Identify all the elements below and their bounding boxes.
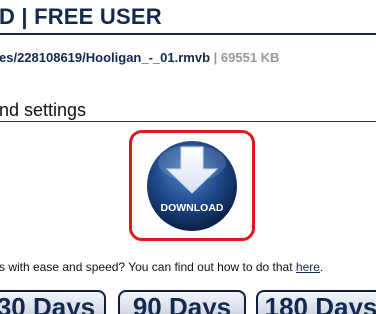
download-button[interactable]: DOWNLOAD: [129, 130, 255, 241]
page-title: D | FREE USER: [0, 4, 162, 29]
header-divider: [0, 33, 376, 35]
download-label: DOWNLOAD: [161, 202, 224, 214]
file-info-separator: |: [213, 50, 218, 65]
plan-30-days-button[interactable]: 30 Days: [0, 290, 106, 314]
file-size: 69551 KB: [220, 50, 280, 65]
premium-info-link[interactable]: here: [296, 260, 320, 274]
premium-info-text: s with ease and speed? You can find out …: [0, 260, 323, 274]
free-user-download-page: D | FREE USER es/228108619/Hooligan_-_01…: [0, 0, 376, 314]
file-path: es/228108619/Hooligan_-_01.rmvb: [0, 50, 211, 65]
file-info: es/228108619/Hooligan_-_01.rmvb | 69551 …: [0, 50, 279, 65]
plan-90-days-button[interactable]: 90 Days: [118, 290, 246, 314]
premium-info-sentence: s with ease and speed? You can find out …: [0, 260, 296, 274]
premium-info-end: .: [319, 260, 324, 274]
section-divider: [0, 121, 376, 122]
download-icon: DOWNLOAD: [147, 141, 237, 231]
plan-180-days-button[interactable]: 180 Days: [256, 290, 376, 314]
download-settings-heading: nd settings: [0, 100, 87, 120]
